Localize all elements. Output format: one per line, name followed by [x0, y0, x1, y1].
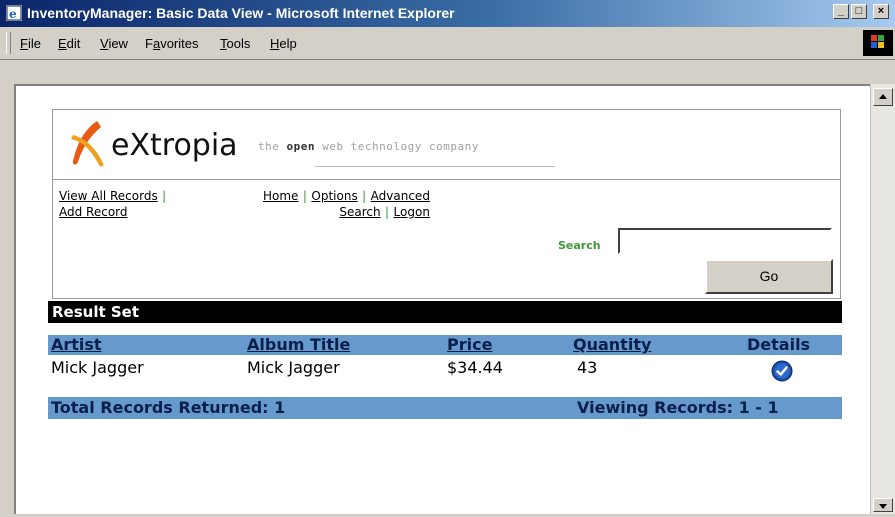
options-link[interactable]: Options: [311, 189, 357, 203]
advanced-link[interactable]: Advanced: [371, 189, 430, 203]
close-button[interactable]: ×: [873, 4, 889, 19]
menu-favorites[interactable]: Favorites: [145, 36, 198, 51]
table-row: Mick Jagger Mick Jagger $34.44 43: [48, 357, 842, 382]
menu-view[interactable]: View: [100, 36, 128, 51]
search-input[interactable]: [618, 228, 832, 254]
home-link[interactable]: Home: [263, 189, 298, 203]
cell-price: $34.44: [447, 358, 503, 377]
menu-tools[interactable]: Tools: [220, 36, 250, 51]
table-header: Artist Album Title Price Quantity Detail…: [48, 335, 842, 355]
nav-separator: |: [302, 189, 307, 203]
check-circle-icon[interactable]: [771, 360, 793, 382]
column-header-price[interactable]: Price: [447, 335, 492, 355]
viewing-records-label: Viewing Records: 1 - 1: [577, 398, 779, 417]
scroll-down-icon[interactable]: [873, 498, 893, 512]
go-button[interactable]: Go: [705, 259, 833, 294]
search-label: Search: [558, 239, 601, 252]
nav-main: Home | Options | Advanced Search | Logon: [263, 188, 430, 220]
header-panel: eXtropia the open web technology company…: [52, 109, 841, 299]
table-footer: Total Records Returned: 1 Viewing Record…: [48, 397, 842, 419]
menu-file[interactable]: File: [20, 36, 41, 51]
column-header-quantity[interactable]: Quantity: [573, 335, 651, 355]
window-title: InventoryManager: Basic Data View - Micr…: [27, 5, 455, 21]
vertical-scrollbar[interactable]: [870, 84, 895, 514]
windows-logo-icon: [863, 30, 893, 56]
result-set-header: Result Set: [48, 301, 842, 323]
column-header-artist[interactable]: Artist: [51, 335, 102, 355]
nav-left: View All Records | Add Record: [59, 188, 166, 220]
toolbar-grip: [6, 32, 11, 54]
column-header-details: Details: [747, 335, 811, 354]
svg-text:e: e: [9, 7, 17, 21]
cell-album-title: Mick Jagger: [247, 358, 340, 377]
add-record-link[interactable]: Add Record: [59, 205, 128, 219]
brand-logo-text: eXtropia: [111, 128, 238, 163]
total-records-label: Total Records Returned: 1: [51, 398, 286, 417]
cell-quantity: 43: [577, 358, 598, 377]
logo-area: eXtropia the open web technology company: [53, 110, 840, 180]
title-bar: e InventoryManager: Basic Data View - Mi…: [0, 0, 895, 27]
search-link[interactable]: Search: [339, 205, 380, 219]
view-all-records-link[interactable]: View All Records: [59, 189, 158, 203]
tagline-rule: [315, 166, 555, 167]
menu-bar: File Edit View Favorites Tools Help: [0, 27, 895, 60]
scroll-up-icon[interactable]: [873, 88, 893, 106]
minimize-button[interactable]: _: [833, 4, 849, 19]
extropia-logo-icon: [67, 117, 107, 169]
tagline: the open web technology company: [258, 140, 479, 153]
logon-link[interactable]: Logon: [394, 205, 430, 219]
column-header-album-title[interactable]: Album Title: [247, 335, 350, 355]
cell-artist: Mick Jagger: [51, 358, 144, 377]
nav-separator: |: [162, 189, 167, 203]
nav-separator: |: [385, 205, 390, 219]
ie-icon: e: [6, 5, 22, 21]
nav-separator: |: [362, 189, 367, 203]
menu-edit[interactable]: Edit: [58, 36, 80, 51]
maximize-button[interactable]: □: [851, 4, 867, 19]
menu-help[interactable]: Help: [270, 36, 297, 51]
